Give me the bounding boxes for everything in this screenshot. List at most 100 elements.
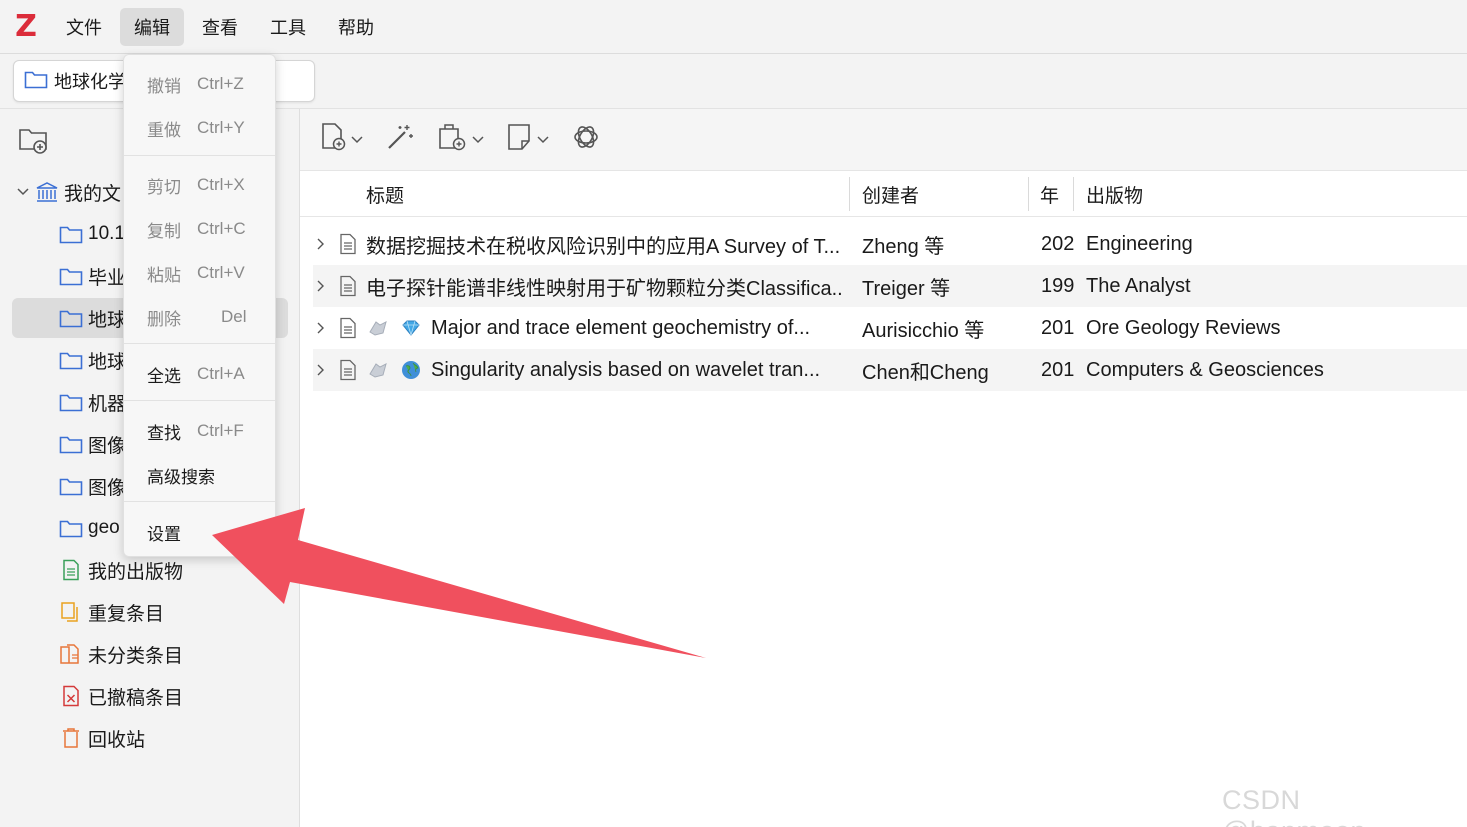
unfiled-items-icon [58,643,84,665]
menu-advanced-search[interactable]: 高级搜索 [124,457,275,493]
table-row[interactable]: Major and trace element geochemistry of.… [313,307,1467,349]
edit-menu-dropdown: 撤销 Ctrl+Z 重做 Ctrl+Y 剪切 Ctrl+X 复制 Ctrl+C … [123,54,276,557]
menu-cut[interactable]: 剪切 Ctrl+X [124,167,275,203]
new-collection-icon [18,129,50,159]
item-year: 199 [1041,274,1075,297]
tag-icon [367,307,389,349]
add-by-identifier-button[interactable] [385,122,415,157]
menu-bar: Z 文件 编辑 查看 工具 帮助 [0,0,1467,54]
chevron-right-icon[interactable] [317,265,325,307]
menu-undo-shortcut: Ctrl+Z [197,74,244,93]
duplicate-items-icon [58,601,84,623]
my-publications-icon [58,559,84,581]
chevron-down-icon[interactable] [12,188,34,196]
menu-redo-shortcut: Ctrl+Y [197,118,245,137]
menu-undo[interactable]: 撤销 Ctrl+Z [124,66,275,102]
duplicate-items-item[interactable]: 重复条目 [12,592,288,632]
column-creator[interactable]: 创建者 [862,171,919,217]
globe-icon [401,349,421,391]
item-creator: Zheng 等 [862,235,945,258]
folder-icon [58,433,84,455]
new-note-button[interactable] [506,122,549,157]
menu-edit[interactable]: 编辑 [120,7,184,46]
item-creator: Chen和Cheng [862,361,989,384]
menu-delete[interactable]: 删除 Del [124,299,275,335]
new-item-button[interactable] [320,122,363,157]
menu-find-shortcut: Ctrl+F [197,421,244,440]
menu-separator [124,400,275,401]
chevron-down-icon [472,131,484,149]
collection-label: 图像 [88,435,127,457]
retracted-items-item[interactable]: 已撤稿条目 [12,676,288,716]
collection-label: 地球 [88,351,127,373]
menu-copy[interactable]: 复制 Ctrl+C [124,211,275,247]
menu-paste-shortcut: Ctrl+V [197,263,245,282]
chevron-right-icon[interactable] [317,223,325,265]
chevron-right-icon[interactable] [317,307,325,349]
zotero-logo: Z [15,9,37,44]
menu-find[interactable]: 查找 Ctrl+F [124,413,275,449]
menu-undo-label: 撤销 [147,76,181,96]
ai-plugin-button[interactable] [571,122,601,157]
tag-icon [367,349,389,391]
column-year[interactable]: 年 [1040,171,1059,217]
chevron-down-icon [537,131,549,149]
tab-label: 地球化学 [54,72,126,92]
column-title[interactable]: 标题 [366,171,404,217]
menu-tools[interactable]: 工具 [256,8,320,46]
collection-label: geo [88,517,120,538]
column-divider[interactable] [1073,177,1074,211]
collection-label: 机器 [88,393,127,415]
item-year: 201 [1041,316,1075,339]
menu-cut-shortcut: Ctrl+X [197,175,245,194]
item-title: 数据挖掘技术在税收风险识别中的应用A Survey of T... [366,235,841,258]
trash-item[interactable]: 回收站 [12,718,288,758]
collection-label: 地球 [88,309,127,331]
folder-icon [58,223,84,245]
gem-icon [401,307,421,349]
zotero-window: Z 文件 编辑 查看 工具 帮助 地球化学 我的文 10.1 毕业 地球 地球 … [0,0,1467,827]
column-divider[interactable] [849,177,850,211]
unfiled-items-label: 未分类条目 [88,645,184,667]
folder-icon [58,517,84,539]
menu-help[interactable]: 帮助 [324,8,388,46]
menu-delete-label: 删除 [147,309,181,329]
new-collection-button[interactable] [18,125,50,160]
table-row[interactable]: 电子探针能谱非线性映射用于矿物颗粒分类Classifica... Treiger… [313,265,1467,307]
openai-icon [571,122,601,157]
collection-label: 10.1 [88,223,125,244]
menu-delete-shortcut: Del [221,307,247,326]
item-title: 电子探针能谱非线性映射用于矿物颗粒分类Classifica... [366,277,844,300]
duplicate-items-label: 重复条目 [88,603,165,625]
item-year: 202 [1041,232,1075,255]
item-publication: The Analyst [1086,274,1191,297]
column-publication[interactable]: 出版物 [1086,171,1143,217]
collection-label: 图像 [88,477,127,499]
table-row[interactable]: 数据挖掘技术在税收风险识别中的应用A Survey of T... Zheng … [313,223,1467,265]
library-icon [34,181,60,203]
menu-copy-shortcut: Ctrl+C [197,219,246,238]
menu-copy-label: 复制 [147,221,181,241]
menu-settings[interactable]: 设置 [124,514,275,550]
menu-paste[interactable]: 粘贴 Ctrl+V [124,255,275,291]
menu-select-all-shortcut: Ctrl+A [197,364,245,383]
unfiled-items-item[interactable]: 未分类条目 [12,634,288,674]
new-note-attachment-button[interactable] [437,122,484,157]
menu-select-all[interactable]: 全选 Ctrl+A [124,356,275,392]
item-year: 201 [1041,358,1075,381]
menu-select-all-label: 全选 [147,366,181,386]
collection-label: 毕业 [88,267,127,289]
item-creator: Aurisicchio 等 [862,319,985,342]
chevron-right-icon[interactable] [317,349,325,391]
menu-paste-label: 粘贴 [147,265,181,285]
item-title: Singularity analysis based on wavelet tr… [431,358,821,381]
item-publication: Computers & Geosciences [1086,358,1324,381]
document-icon [339,223,357,265]
folder-icon [58,265,84,287]
menu-view[interactable]: 查看 [188,8,252,46]
table-row[interactable]: Singularity analysis based on wavelet tr… [313,349,1467,391]
menu-redo[interactable]: 重做 Ctrl+Y [124,110,275,146]
menu-file[interactable]: 文件 [52,8,116,46]
column-divider[interactable] [1028,177,1029,211]
folder-icon [58,307,84,329]
